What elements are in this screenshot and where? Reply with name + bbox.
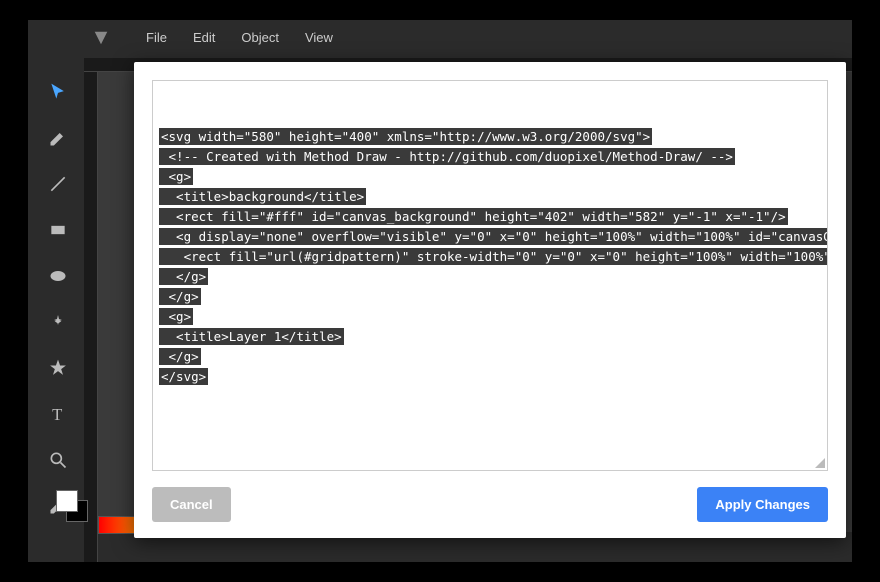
svg-source-textarea[interactable]: <svg width="580" height="400" xmlns="htt… (152, 80, 828, 471)
ruler-vertical (84, 72, 98, 562)
menu-object[interactable]: Object (241, 30, 279, 45)
source-line: <!-- Created with Method Draw - http://g… (159, 147, 821, 167)
pencil-tool[interactable] (44, 124, 72, 152)
zoom-tool[interactable] (44, 446, 72, 474)
ellipse-tool[interactable] (44, 262, 72, 290)
source-line: </g> (159, 287, 821, 307)
fill-color-swatch[interactable] (56, 490, 78, 512)
source-line: <g> (159, 307, 821, 327)
text-tool[interactable]: T (44, 400, 72, 428)
source-line: </svg> (159, 367, 821, 387)
source-line: <svg width="580" height="400" xmlns="htt… (159, 127, 821, 147)
menu-bar: File Edit Object View (28, 20, 852, 55)
source-line: <title>background</title> (159, 187, 821, 207)
toolbar: T (38, 70, 78, 520)
menu-view[interactable]: View (305, 30, 333, 45)
source-line: </g> (159, 267, 821, 287)
app-logo-icon (92, 29, 110, 47)
path-tool[interactable] (44, 308, 72, 336)
dialog-actions: Cancel Apply Changes (152, 487, 828, 522)
rect-tool[interactable] (44, 216, 72, 244)
source-line: <g> (159, 167, 821, 187)
resize-handle-icon[interactable] (815, 458, 825, 468)
apply-changes-button[interactable]: Apply Changes (697, 487, 828, 522)
select-tool[interactable] (44, 78, 72, 106)
line-tool[interactable] (44, 170, 72, 198)
color-swatches[interactable] (56, 490, 88, 522)
cancel-button[interactable]: Cancel (152, 487, 231, 522)
source-line: </g> (159, 347, 821, 367)
source-editor-dialog: <svg width="580" height="400" xmlns="htt… (134, 62, 846, 538)
svg-text:T: T (52, 405, 62, 424)
source-line: <rect fill="#fff" id="canvas_background"… (159, 207, 821, 227)
source-line: <g display="none" overflow="visible" y="… (159, 227, 821, 247)
source-line: <title>Layer 1</title> (159, 327, 821, 347)
star-tool[interactable] (44, 354, 72, 382)
menu-file[interactable]: File (146, 30, 167, 45)
menu-edit[interactable]: Edit (193, 30, 215, 45)
source-line: <rect fill="url(#gridpattern)" stroke-wi… (159, 247, 821, 267)
